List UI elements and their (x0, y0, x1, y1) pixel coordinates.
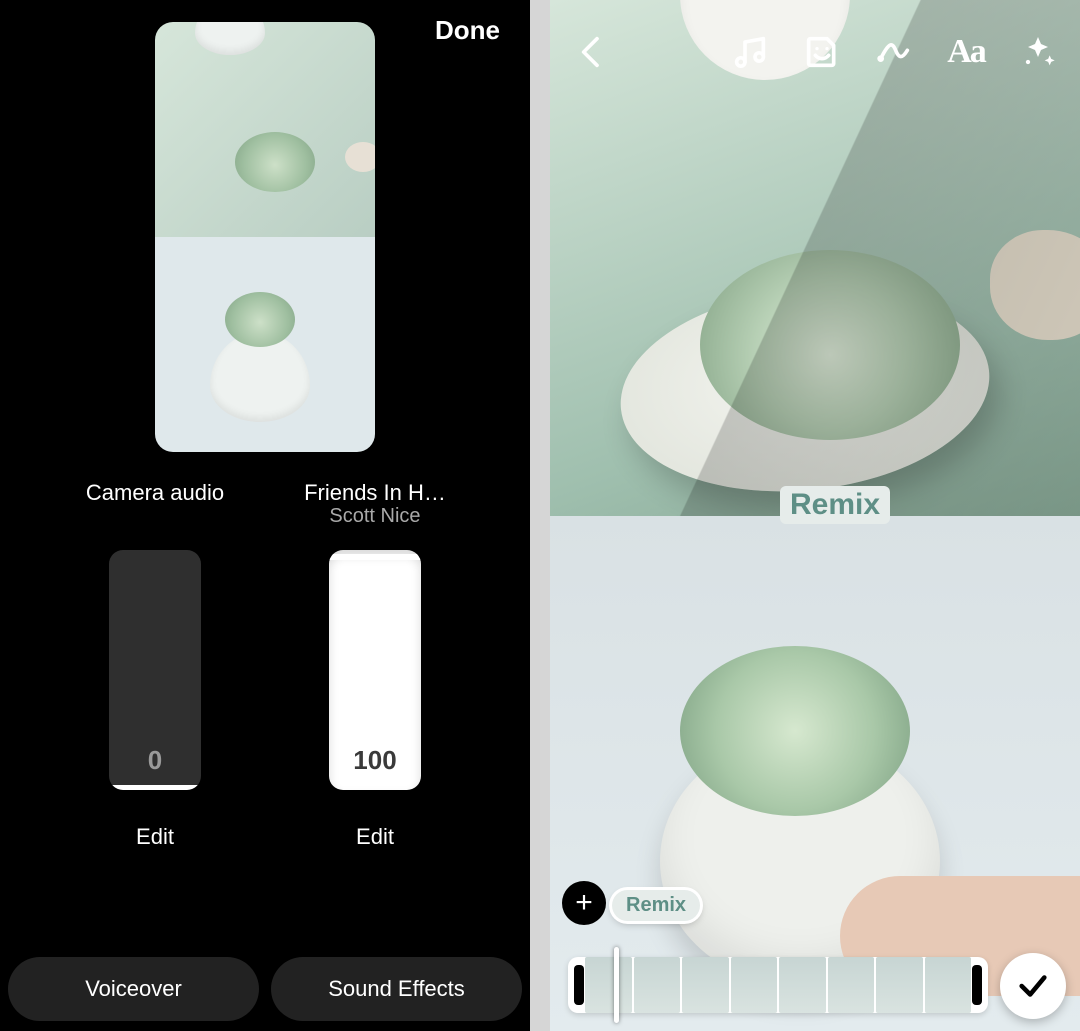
text-tool-icon[interactable]: Aa (944, 30, 988, 74)
timeline-frame (925, 957, 972, 1013)
voiceover-button[interactable]: Voiceover (8, 957, 259, 1021)
volume-slider-music[interactable]: 100 (329, 550, 421, 790)
timeline-frame (634, 957, 681, 1013)
draw-effects-icon[interactable] (872, 30, 916, 74)
timeline-frame (876, 957, 923, 1013)
done-button[interactable]: Done (435, 15, 500, 46)
sound-effects-button[interactable]: Sound Effects (271, 957, 522, 1021)
volume-value: 0 (148, 745, 162, 776)
timeline-playhead[interactable] (614, 947, 619, 1023)
video-preview-thumbnail[interactable] (155, 22, 375, 452)
canvas-bottom-clip (550, 516, 1080, 1031)
sticker-icon[interactable] (800, 30, 844, 74)
preview-top-half (155, 22, 375, 237)
editor-toolbar: Aa (570, 30, 1060, 74)
pane-divider (530, 0, 550, 1031)
timeline-frame (779, 957, 826, 1013)
timeline-frame (585, 957, 632, 1013)
audio-channel-music: Friends In H… Scott Nice 100 Edit (295, 480, 455, 850)
reel-editor-pane: Aa Remix + Remix (550, 0, 1080, 1031)
clip-timeline[interactable] (568, 957, 988, 1013)
remix-clip-pill[interactable]: Remix (612, 890, 700, 921)
canvas-top-clip (550, 0, 1080, 516)
confirm-button[interactable] (1000, 953, 1066, 1019)
audio-channel-camera: Camera audio 0 Edit (75, 480, 235, 850)
timeline-frame (828, 957, 875, 1013)
audio-mixer-pane: Done Camera audio 0 Edit Friends In (0, 0, 530, 1031)
remix-overlay-label[interactable]: Remix (780, 486, 890, 524)
edit-audio-button[interactable]: Edit (136, 824, 174, 850)
channel-title: Friends In H… Scott Nice (304, 480, 446, 532)
back-icon[interactable] (570, 30, 614, 74)
volume-slider-camera[interactable]: 0 (109, 550, 201, 790)
channel-subtitle: Scott Nice (304, 505, 446, 528)
audio-channels: Camera audio 0 Edit Friends In H… Scott … (0, 480, 530, 850)
edit-audio-button[interactable]: Edit (356, 824, 394, 850)
volume-value: 100 (353, 745, 396, 776)
check-icon (1016, 969, 1050, 1003)
timeline-frame (682, 957, 729, 1013)
music-note-icon[interactable] (728, 30, 772, 74)
timeline-handle-left[interactable] (574, 965, 584, 1005)
add-clip-button[interactable]: + (562, 881, 606, 925)
sparkle-icon[interactable] (1016, 30, 1060, 74)
channel-title: Camera audio (86, 480, 224, 532)
timeline-handle-right[interactable] (972, 965, 982, 1005)
timeline-frame (731, 957, 778, 1013)
audio-bottom-bar: Voiceover Sound Effects (8, 957, 522, 1021)
preview-bottom-half (155, 237, 375, 452)
